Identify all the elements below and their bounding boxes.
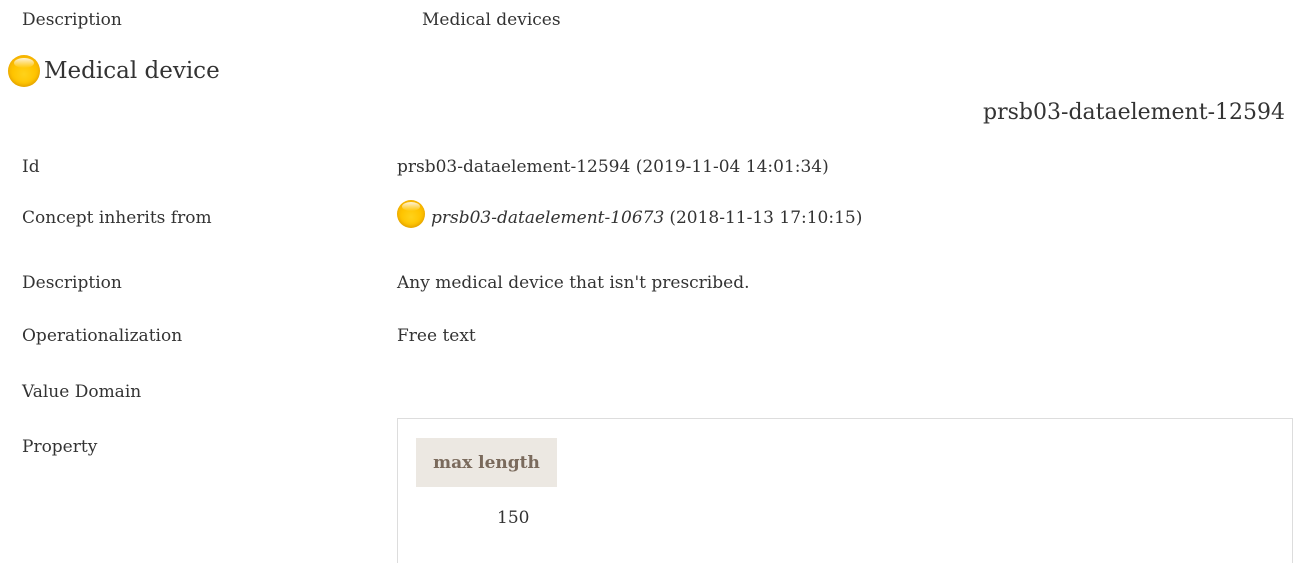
status-circle-icon — [397, 200, 425, 228]
id-value: prsb03-dataelement-12594 (2019-11-04 14:… — [397, 157, 829, 177]
concept-title: Medical device — [44, 58, 220, 84]
inherits-link[interactable]: prsb03-dataelement-10673 — [431, 208, 664, 228]
parent-description-value: Medical devices — [422, 10, 561, 30]
operationalization-value: Free text — [397, 326, 476, 346]
max-length-header: max length — [416, 438, 557, 487]
property-label: Property — [22, 437, 98, 457]
operationalization-label: Operationalization — [22, 326, 183, 346]
status-circle-icon — [8, 55, 40, 87]
concept-id-heading: prsb03-dataelement-12594 — [983, 100, 1285, 125]
inherits-timestamp: (2018-11-13 17:10:15) — [669, 208, 863, 228]
value-domain-label: Value Domain — [22, 382, 142, 402]
property-table: max length 150 — [397, 418, 1293, 563]
description-label: Description — [22, 273, 122, 293]
description-value: Any medical device that isn't prescribed… — [397, 273, 750, 293]
parent-description-label: Description — [22, 10, 122, 30]
concept-heading: Medical device — [8, 55, 220, 87]
max-length-value: 150 — [497, 508, 530, 528]
inherits-label: Concept inherits from — [22, 208, 212, 228]
inherits-value: prsb03-dataelement-10673 (2018-11-13 17:… — [397, 200, 862, 228]
id-label: Id — [22, 157, 40, 177]
